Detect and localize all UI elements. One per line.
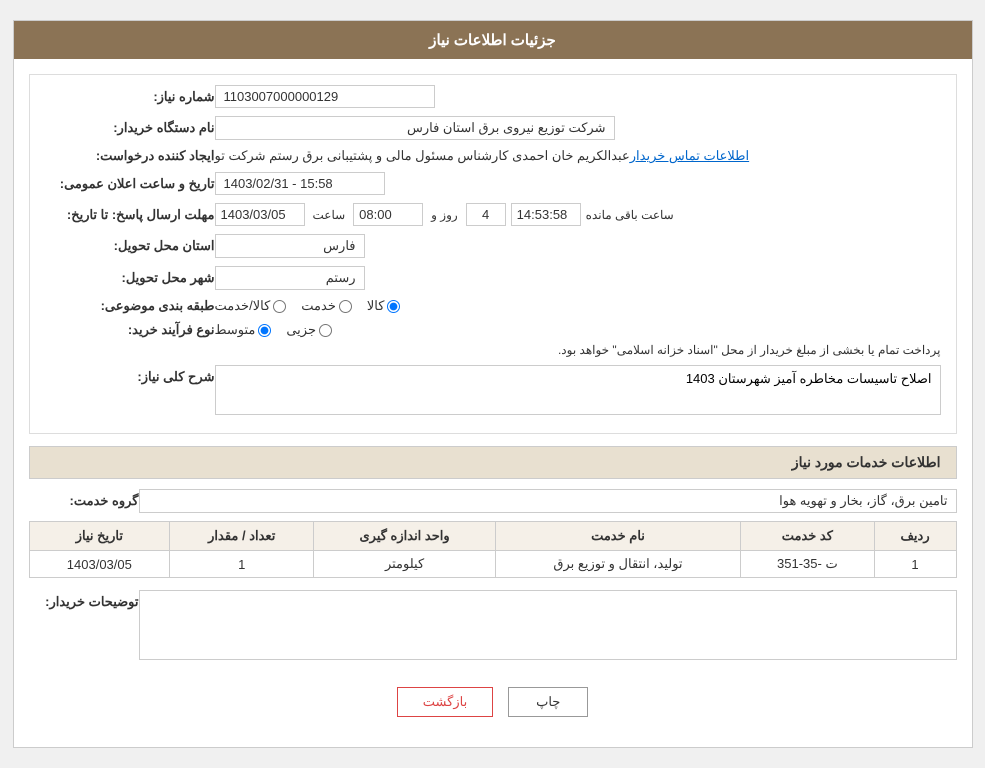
- province-value: فارس: [215, 234, 365, 258]
- table-cell: 1: [170, 551, 314, 578]
- page-title: جزئیات اطلاعات نیاز: [429, 32, 556, 49]
- page-wrapper: جزئیات اطلاعات نیاز شماره نیاز: 11030070…: [13, 20, 973, 748]
- process-row: نوع فرآیند خرید: متوسط جزیی پرداخت تمام …: [45, 322, 941, 357]
- table-row: 1ت -35-351تولید، انتقال و توزیع برقکیلوم…: [29, 551, 956, 578]
- deadline-days: 4: [466, 203, 506, 226]
- classification-label: طبقه بندی موضوعی:: [55, 298, 215, 314]
- deadline-date: 1403/03/05: [215, 203, 305, 226]
- buyer-note-textarea[interactable]: [139, 590, 957, 660]
- classification-kala[interactable]: کالا: [367, 298, 401, 314]
- need-number-row: شماره نیاز: 1103007000000129: [45, 85, 941, 108]
- classification-khidmat-label: خدمت: [301, 298, 336, 314]
- process-jozii-radio[interactable]: [319, 324, 332, 337]
- process-motavaset-label: متوسط: [215, 322, 256, 338]
- classification-kala-khidmat-radio[interactable]: [273, 300, 286, 313]
- buyer-org-row: نام دستگاه خریدار: شرکت توزیع نیروی برق …: [45, 116, 941, 140]
- table-cell: 1403/03/05: [29, 551, 170, 578]
- table-cell: تولید، انتقال و توزیع برق: [495, 551, 740, 578]
- table-cell: کیلومتر: [314, 551, 496, 578]
- need-number-value: 1103007000000129: [215, 85, 435, 108]
- process-options: متوسط جزیی: [215, 322, 941, 338]
- process-content: متوسط جزیی پرداخت تمام یا بخشی از مبلغ خ…: [215, 322, 941, 357]
- col-quantity: تعداد / مقدار: [170, 522, 314, 551]
- description-textarea[interactable]: [215, 365, 941, 415]
- creator-row: ایجاد کننده درخواست: عبدالکریم خان احمدی…: [45, 148, 941, 164]
- description-label: شرح کلی نیاز:: [55, 365, 215, 385]
- classification-options: کالا/خدمت خدمت کالا: [215, 298, 401, 314]
- table-cell: ت -35-351: [741, 551, 874, 578]
- table-cell: 1: [874, 551, 956, 578]
- services-table: ردیف کد خدمت نام خدمت واحد اندازه گیری ت…: [29, 521, 957, 578]
- city-value: رستم: [215, 266, 365, 290]
- city-row: شهر محل تحویل: رستم: [45, 266, 941, 290]
- action-buttons: بازگشت چاپ: [29, 672, 957, 732]
- back-button[interactable]: بازگشت: [397, 687, 493, 717]
- province-row: استان محل تحویل: فارس: [45, 234, 941, 258]
- services-table-body: 1ت -35-351تولید، انتقال و توزیع برقکیلوم…: [29, 551, 956, 578]
- province-label: استان محل تحویل:: [55, 238, 215, 254]
- col-date: تاریخ نیاز: [29, 522, 170, 551]
- deadline-remaining: 14:53:58: [511, 203, 581, 226]
- description-row: شرح کلی نیاز:: [45, 365, 941, 415]
- process-jozii[interactable]: جزیی: [286, 322, 332, 338]
- announce-value: 1403/02/31 - 15:58: [215, 172, 385, 195]
- process-jozii-label: جزیی: [286, 322, 316, 338]
- deadline-time-label: ساعت: [313, 208, 346, 222]
- contact-link[interactable]: اطلاعات تماس خریدار: [630, 148, 749, 164]
- buyer-org-value: شرکت توزیع نیروی برق استان فارس: [215, 116, 615, 140]
- buyer-note-row: توضیحات خریدار:: [29, 590, 957, 660]
- services-table-head: ردیف کد خدمت نام خدمت واحد اندازه گیری ت…: [29, 522, 956, 551]
- info-section: شماره نیاز: 1103007000000129 نام دستگاه …: [29, 74, 957, 434]
- process-label: نوع فرآیند خرید:: [55, 322, 215, 338]
- service-group-label: گروه خدمت:: [39, 493, 139, 509]
- classification-kala-radio[interactable]: [387, 300, 400, 313]
- deadline-label: مهلت ارسال پاسخ: تا تاریخ:: [55, 207, 215, 223]
- col-service-code: کد خدمت: [741, 522, 874, 551]
- classification-kala-label: کالا: [367, 298, 385, 314]
- col-unit: واحد اندازه گیری: [314, 522, 496, 551]
- buyer-note-label: توضیحات خریدار:: [39, 590, 139, 610]
- content: شماره نیاز: 1103007000000129 نام دستگاه …: [14, 59, 972, 747]
- service-group-value: تامین برق، گاز، بخار و تهویه هوا: [139, 489, 957, 513]
- process-note: پرداخت تمام یا بخشی از مبلغ خریدار از مح…: [215, 343, 941, 357]
- col-row-num: ردیف: [874, 522, 956, 551]
- print-button[interactable]: چاپ: [508, 687, 588, 717]
- page-header: جزئیات اطلاعات نیاز: [14, 21, 972, 59]
- deadline-days-label: روز و: [431, 208, 458, 222]
- deadline-fields: 1403/03/05 ساعت 08:00 روز و 4 14:53:58 س…: [215, 203, 679, 226]
- deadline-row: مهلت ارسال پاسخ: تا تاریخ: 1403/03/05 سا…: [45, 203, 941, 226]
- col-service-name: نام خدمت: [495, 522, 740, 551]
- classification-khidmat-radio[interactable]: [339, 300, 352, 313]
- classification-row: طبقه بندی موضوعی: کالا/خدمت خدمت کالا: [45, 298, 941, 314]
- deadline-remaining-label: ساعت باقی مانده: [586, 208, 674, 222]
- need-number-label: شماره نیاز:: [55, 89, 215, 105]
- services-table-header-row: ردیف کد خدمت نام خدمت واحد اندازه گیری ت…: [29, 522, 956, 551]
- classification-kala-khidmat[interactable]: کالا/خدمت: [215, 298, 287, 314]
- services-section-header: اطلاعات خدمات مورد نیاز: [29, 446, 957, 479]
- deadline-time: 08:00: [353, 203, 423, 226]
- process-motavaset[interactable]: متوسط: [215, 322, 272, 338]
- classification-kala-khidmat-label: کالا/خدمت: [215, 298, 271, 314]
- classification-khidmat[interactable]: خدمت: [301, 298, 352, 314]
- creator-label: ایجاد کننده درخواست:: [55, 148, 215, 164]
- announce-label: تاریخ و ساعت اعلان عمومی:: [55, 176, 215, 192]
- services-section: گروه خدمت: تامین برق، گاز، بخار و تهویه …: [29, 489, 957, 660]
- process-motavaset-radio[interactable]: [258, 324, 271, 337]
- city-label: شهر محل تحویل:: [55, 270, 215, 286]
- creator-value: عبدالکریم خان احمدی کارشناس مسئول مالی و…: [215, 148, 630, 164]
- buyer-org-label: نام دستگاه خریدار:: [55, 120, 215, 136]
- service-group-row: گروه خدمت: تامین برق، گاز، بخار و تهویه …: [29, 489, 957, 513]
- announce-row: تاریخ و ساعت اعلان عمومی: 1403/02/31 - 1…: [45, 172, 941, 195]
